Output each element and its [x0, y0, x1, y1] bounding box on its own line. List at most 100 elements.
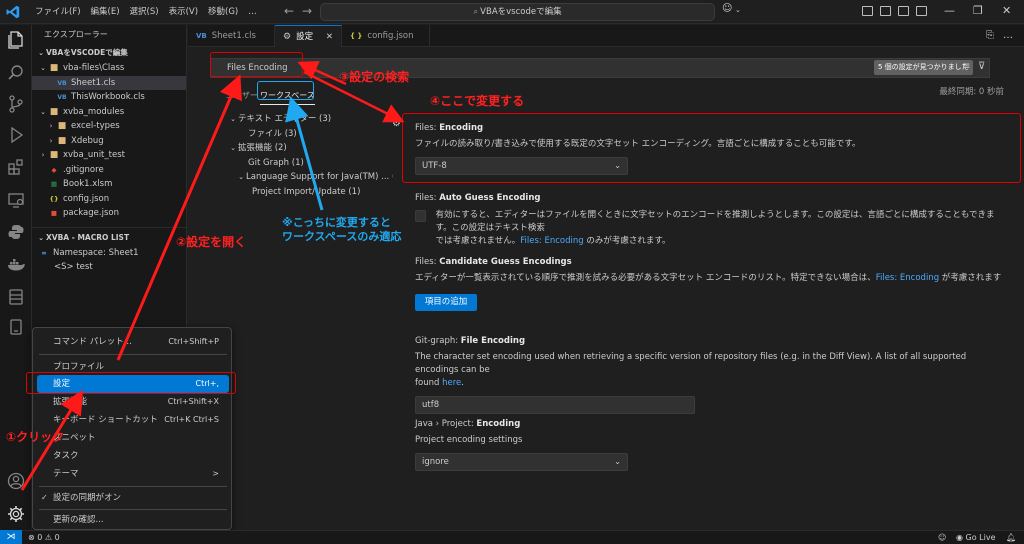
copilot-status-icon[interactable]: ☺ — [938, 531, 946, 544]
tree-file-book1[interactable]: ▦ Book1.xlsm — [32, 177, 186, 192]
tree-folder-xvba-unit-test[interactable]: › ■ xvba_unit_test — [32, 148, 186, 163]
toc-item-java[interactable]: ⌄ Language Support for Java(TM) ... (1) — [228, 170, 393, 185]
tree-file-config-json[interactable]: {} config.json — [32, 192, 186, 207]
chevron-down-icon: ⌄ — [614, 457, 621, 466]
here-link[interactable]: here — [442, 378, 461, 388]
editor-area: VB Sheet1.cls ⚙ 設定 ✕ { } config.json ⎘ … Fil… — [188, 25, 1024, 530]
docker-icon[interactable] — [6, 255, 26, 275]
menu-settings-sync[interactable]: ✓ 設定の同期がオン — [37, 489, 229, 507]
tree-folder-vba-files[interactable]: ⌄ ■ vba-files\Class — [32, 61, 186, 76]
filter-icon[interactable]: ⊽ — [978, 61, 985, 72]
menu-extensions[interactable]: 拡張機能 Ctrl+Shift+X — [37, 393, 229, 411]
menu-command-palette[interactable]: コマンド パレット... Ctrl+Shift+P — [37, 333, 229, 351]
restore-icon[interactable]: ❐ — [973, 4, 983, 17]
annotation-step4: ④ここで変更する — [430, 94, 525, 108]
menu-go[interactable]: 移動(G) — [203, 0, 243, 24]
tree-file-sheet1[interactable]: VB Sheet1.cls — [32, 75, 186, 90]
account-icon[interactable] — [6, 471, 26, 491]
menu-snippets[interactable]: スニペット — [37, 429, 229, 447]
menu-selection[interactable]: 選択(S) — [125, 0, 164, 24]
manage-gear-icon[interactable] — [6, 504, 26, 524]
customize-layout-icon[interactable] — [916, 6, 927, 16]
chevron-down-icon[interactable]: ⌄ — [735, 6, 741, 14]
tab-config-json[interactable]: { } config.json — [342, 25, 430, 47]
setting-gear-icon[interactable]: ⚙ — [392, 118, 401, 129]
tree-folder-xvba-modules[interactable]: ⌄ ■ xvba_modules — [32, 105, 186, 120]
tab-settings[interactable]: ⚙ 設定 ✕ — [275, 25, 342, 47]
menu-tasks[interactable]: タスク — [37, 447, 229, 465]
files-encoding-link[interactable]: Files: Encoding — [520, 236, 583, 246]
menu-bar: ファイル(F) 編集(E) 選択(S) 表示(V) 移動(G) … — [30, 0, 262, 24]
tab-sheet1[interactable]: VB Sheet1.cls — [188, 25, 275, 47]
toc-item-files[interactable]: ファイル (3) — [228, 127, 393, 142]
command-center[interactable]: ⌕ VBAをvscodeで編集 — [320, 3, 715, 21]
vscode-logo-icon — [6, 5, 20, 19]
close-tab-icon[interactable]: ✕ — [326, 26, 333, 48]
macro-list-section-header[interactable]: ⌄ XVBA - MACRO LIST — [32, 230, 186, 246]
chevron-right-icon: › — [49, 136, 53, 145]
close-window-icon[interactable]: ✕ — [1002, 4, 1011, 17]
clear-filter-icon[interactable]: ≡ — [962, 61, 970, 72]
run-debug-icon[interactable] — [6, 125, 26, 145]
tree-file-thisworkbook[interactable]: VB ThisWorkbook.cls — [32, 90, 186, 105]
auto-guess-checkbox[interactable] — [415, 210, 426, 222]
setting-auto-guess-encoding: Files: Auto Guess Encoding 有効にすると、エディターは… — [415, 192, 1005, 248]
setting-description: Project encoding settings — [415, 435, 523, 445]
menu-view[interactable]: 表示(V) — [164, 0, 203, 24]
vb-file-icon: VB — [196, 32, 207, 40]
database-icon[interactable] — [6, 287, 26, 307]
tree-file-package-json[interactable]: ■ package.json — [32, 206, 186, 221]
sidebar-title: エクスプローラー — [44, 30, 108, 39]
macro-test-item[interactable]: <S> test — [32, 260, 186, 275]
search-icon[interactable] — [6, 63, 26, 83]
problems-indicator[interactable]: ⊗ 0 ⚠ 0 — [28, 531, 60, 544]
explorer-icon[interactable] — [6, 30, 26, 50]
toc-item-text-editor[interactable]: ⌄ テキスト エディター (3) — [228, 112, 393, 127]
toc-item-extensions[interactable]: ⌄ 拡張機能 (2) — [228, 141, 393, 156]
source-control-icon[interactable] — [6, 94, 26, 114]
last-sync-text: 最終同期: 0 秒前 — [939, 87, 1004, 97]
notifications-bell-icon[interactable]: 🔔︎ — [1006, 531, 1016, 544]
menu-edit[interactable]: 編集(E) — [86, 0, 125, 24]
toggle-secondary-sidebar-icon[interactable] — [898, 6, 909, 16]
toggle-panel-icon[interactable] — [880, 6, 891, 16]
workspace-section-header[interactable]: ⌄ VBAをVSCODEで編集 — [32, 45, 186, 61]
menu-keyboard-shortcuts[interactable]: キーボード ショートカット Ctrl+K Ctrl+S — [37, 411, 229, 429]
menu-themes[interactable]: テーマ > — [37, 465, 229, 483]
go-live-button[interactable]: ◉ Go Live — [956, 531, 996, 544]
open-settings-json-icon[interactable]: ⎘ — [986, 30, 994, 41]
back-arrow-icon[interactable]: ← — [284, 4, 294, 18]
remote-indicator-icon[interactable]: ⋊ — [0, 530, 22, 544]
device-icon[interactable] — [6, 317, 26, 337]
toggle-sidebar-icon[interactable] — [862, 6, 873, 16]
more-actions-icon[interactable]: … — [1003, 30, 1013, 41]
menu-more[interactable]: … — [243, 0, 262, 24]
toc-item-project-import[interactable]: Project Import/Update (1) — [228, 185, 393, 200]
setting-description: The character set encoding used when ret… — [415, 352, 967, 388]
copilot-icon[interactable]: ☺ — [722, 3, 732, 14]
section-divider — [32, 226, 186, 228]
tree-folder-xdebug[interactable]: › ■ Xdebug — [32, 134, 186, 149]
macro-namespace-item[interactable]: ∞ Namespace: Sheet1 — [32, 246, 186, 261]
excel-file-icon: ▦ — [50, 180, 58, 188]
remote-explorer-icon[interactable] — [6, 190, 26, 210]
toc-item-git-graph[interactable]: Git Graph (1) — [228, 156, 393, 171]
extensions-icon[interactable] — [6, 157, 26, 177]
annotation-box-workspace — [257, 81, 314, 100]
npm-file-icon: ■ — [50, 209, 58, 217]
python-icon[interactable] — [6, 222, 26, 242]
menu-file[interactable]: ファイル(F) — [30, 0, 86, 24]
add-item-button[interactable]: 項目の追加 — [415, 294, 477, 311]
menu-check-updates[interactable]: 更新の確認... — [37, 511, 229, 529]
forward-arrow-icon[interactable]: → — [302, 4, 312, 18]
settings-search-input[interactable]: Files Encoding — [210, 58, 990, 78]
tree-file-gitignore[interactable]: ◆ .gitignore — [32, 163, 186, 178]
tree-folder-excel-types[interactable]: › ■ excel-types — [32, 119, 186, 134]
gear-icon: ⚙ — [283, 32, 292, 42]
scope-tab-user[interactable]: ユーザー — [226, 87, 258, 105]
java-encoding-dropdown[interactable]: ignore ⌄ — [415, 453, 628, 471]
annotation-step1: ①クリック — [6, 430, 65, 444]
files-encoding-link[interactable]: Files: Encoding — [876, 273, 939, 283]
git-graph-encoding-input[interactable]: utf8 — [415, 396, 695, 414]
minimize-icon[interactable]: — — [944, 4, 955, 17]
